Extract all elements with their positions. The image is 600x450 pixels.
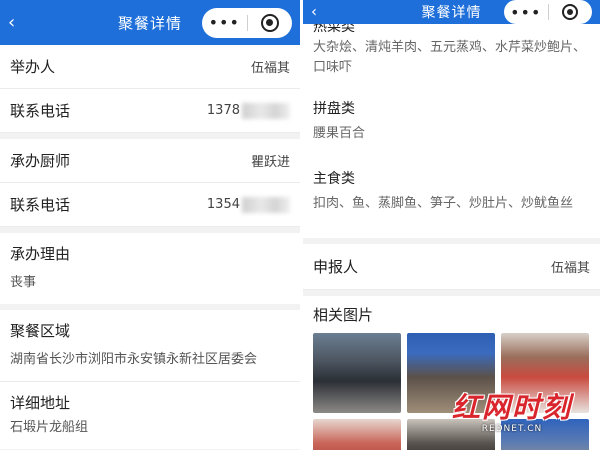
staple-value: 扣肉、鱼、蒸脚鱼、笋子、炒肚片、炒鱿鱼丝	[313, 196, 574, 211]
organizer-phone-number: 1378	[206, 103, 240, 118]
more-icon[interactable]: •••	[504, 3, 548, 22]
watermark-logo: 红网时刻 REDNET.CN	[452, 386, 572, 434]
organizer-phone-row: 联系电话 1378	[0, 89, 300, 133]
close-program-button[interactable]	[549, 4, 593, 20]
reason-label: 承办理由	[10, 245, 71, 263]
address-block: 详细地址 石塅片龙船组	[0, 381, 300, 449]
reason-block: 承办理由 丧事	[0, 233, 300, 304]
hot-dishes-value: 大杂烩、清炖羊肉、五元蒸鸡、水芹菜炒鲍片、口味吓	[313, 40, 587, 75]
reporter-label: 申报人	[313, 258, 359, 276]
chef-phone-number: 1354	[206, 197, 240, 212]
chef-value: 瞿跃进	[250, 155, 290, 170]
hot-dishes-block: 热菜类 大杂烩、清炖羊肉、五元蒸鸡、水芹菜炒鲍片、口味吓	[303, 24, 600, 88]
chef-phone-label: 联系电话	[10, 196, 71, 214]
organizer-value: 伍福其	[250, 61, 290, 76]
reporter-row: 申报人 伍福其	[303, 244, 600, 290]
organizer-phone-value[interactable]: 1378	[206, 102, 290, 119]
target-icon	[260, 13, 279, 32]
organizer-phone-label: 联系电话	[10, 102, 71, 120]
reporter-value: 伍福其	[550, 261, 590, 276]
more-icon[interactable]: •••	[202, 13, 247, 32]
chef-phone-value[interactable]: 1354	[206, 196, 290, 213]
nav-bar: ‹ 聚餐详情 •••	[0, 0, 300, 45]
organizer-label: 举办人	[10, 58, 56, 76]
area-value: 湖南省长沙市浏阳市永安镇永新社区居委会	[10, 352, 258, 367]
left-panel: ‹ 聚餐详情 ••• 举办人 伍福其 联系电话 1378 承办厨师 瞿跃进 联系…	[0, 0, 300, 450]
photo-thumbnail[interactable]	[313, 333, 401, 413]
hot-dishes-label: 热菜类	[313, 24, 355, 35]
nav-bar: ‹ 聚餐详情 •••	[303, 0, 600, 24]
chef-row: 承办厨师 瞿跃进	[0, 139, 300, 183]
redaction-blur	[242, 102, 290, 119]
staple-label: 主食类	[313, 171, 355, 187]
area-block: 聚餐区域 湖南省长沙市浏阳市永安镇永新社区居委会	[0, 310, 300, 381]
organizer-row: 举办人 伍福其	[0, 45, 300, 89]
area-label: 聚餐区域	[10, 322, 71, 340]
redaction-blur	[242, 196, 290, 213]
photo-thumbnail[interactable]	[313, 419, 401, 450]
staple-block: 主食类 扣肉、鱼、蒸脚鱼、笋子、炒肚片、炒鱿鱼丝	[303, 154, 600, 238]
watermark-main: 红网时刻	[451, 391, 572, 424]
photos-label: 相关图片	[313, 306, 374, 324]
mini-program-capsule: •••	[504, 0, 592, 24]
platter-value: 腰果百合	[313, 126, 366, 141]
chef-phone-row: 联系电话 1354	[0, 183, 300, 227]
reason-value: 丧事	[10, 275, 37, 290]
address-label: 详细地址	[10, 394, 71, 412]
address-value: 石塅片龙船组	[10, 420, 89, 435]
right-panel: ‹ 聚餐详情 ••• 热菜类 大杂烩、清炖羊肉、五元蒸鸡、水芹菜炒鲍片、口味吓 …	[303, 0, 600, 450]
mini-program-capsule: •••	[202, 7, 293, 38]
platter-block: 拼盘类 腰果百合	[303, 88, 600, 154]
close-program-button[interactable]	[248, 13, 293, 32]
target-icon	[562, 4, 579, 20]
chef-label: 承办厨师	[10, 152, 71, 170]
platter-label: 拼盘类	[313, 101, 355, 117]
